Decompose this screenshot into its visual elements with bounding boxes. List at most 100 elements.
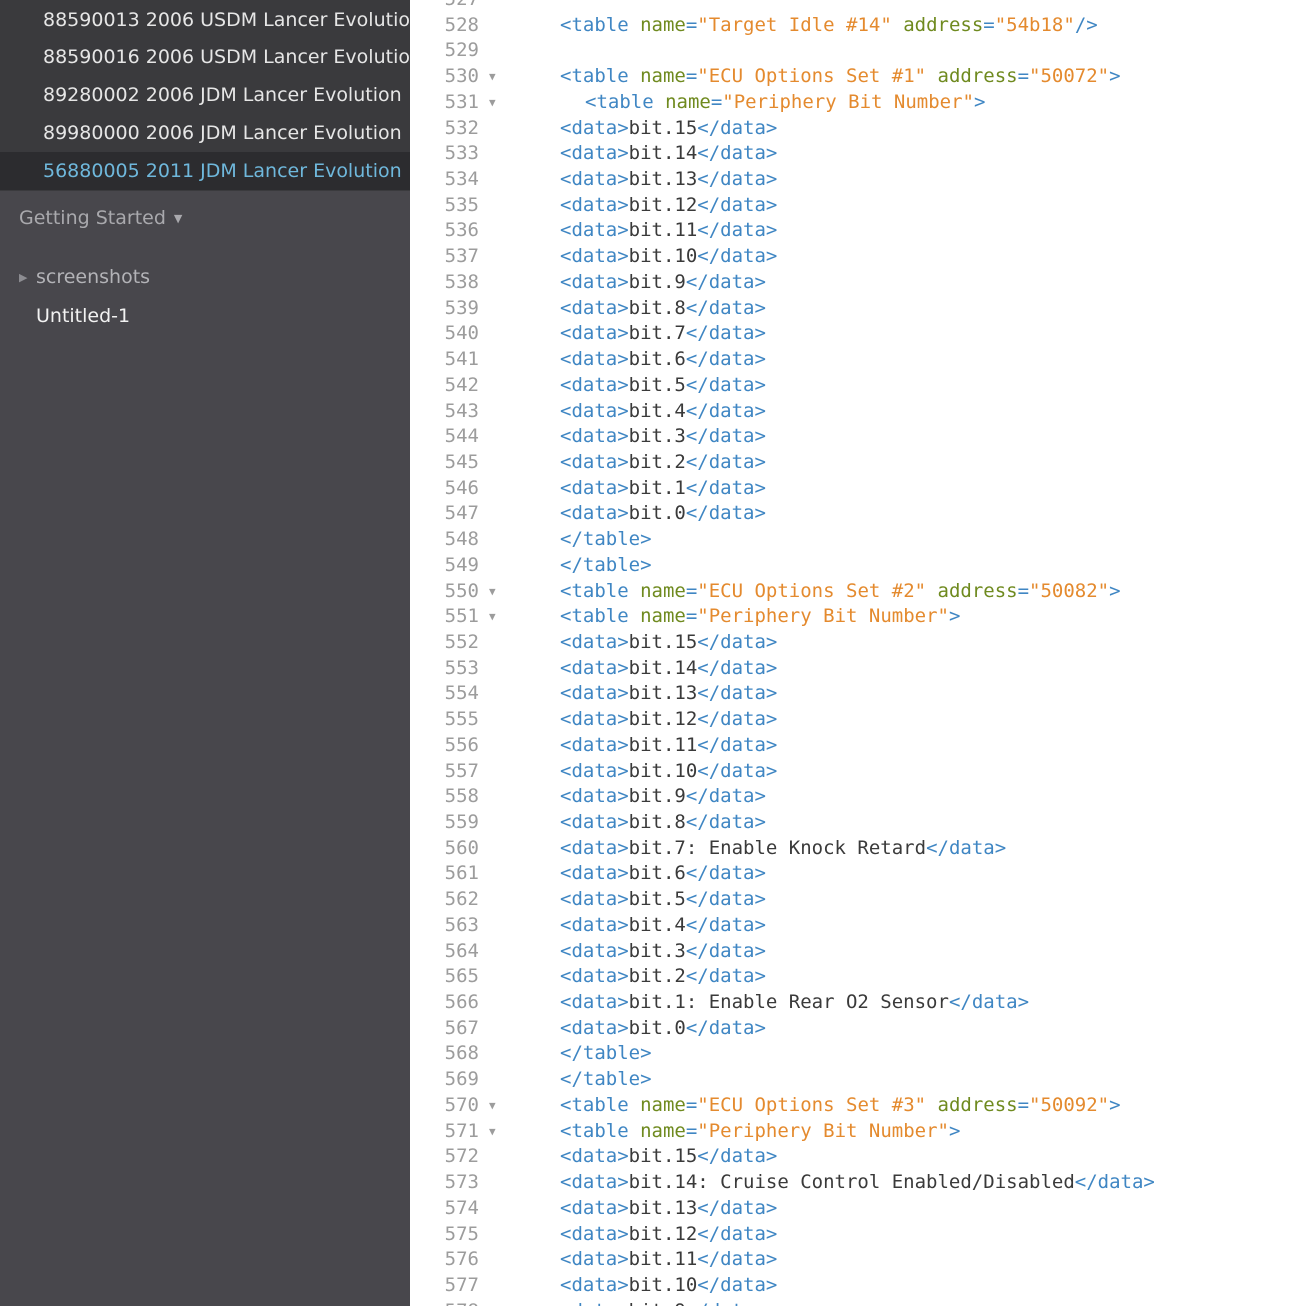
code-line[interactable]: 542 <data>bit.5</data> <box>410 373 1296 399</box>
code-line[interactable]: 574 <data>bit.13</data> <box>410 1196 1296 1222</box>
code-token: <data> <box>560 373 629 396</box>
code-line[interactable]: 548 </table> <box>410 527 1296 553</box>
code-token: <data> <box>560 1016 629 1039</box>
code-line[interactable]: 551 ▼ <table name="Periphery Bit Number"> <box>410 604 1296 630</box>
code-line[interactable]: 532 <data>bit.15</data> <box>410 116 1296 142</box>
code-line[interactable]: 555 <data>bit.12</data> <box>410 707 1296 733</box>
code-line[interactable]: 533 <data>bit.14</data> <box>410 141 1296 167</box>
code-token: > <box>1109 579 1121 602</box>
code-line[interactable]: 537 <data>bit.10</data> <box>410 244 1296 270</box>
code-line[interactable]: 572 <data>bit.15</data> <box>410 1144 1296 1170</box>
code-line[interactable]: 550 ▼ <table name="ECU Options Set #2" add… <box>410 579 1296 605</box>
code-line[interactable]: 571 ▼ <table name="Periphery Bit Number"> <box>410 1119 1296 1145</box>
code-line[interactable]: 557 <data>bit.10</data> <box>410 759 1296 785</box>
code-token: bit.13 <box>628 1196 698 1219</box>
code-line[interactable]: 568 </table> <box>410 1041 1296 1067</box>
line-number: 557 <box>444 759 479 782</box>
code-line[interactable]: 559 <data>bit.8</data> <box>410 810 1296 836</box>
code-token: bit.1 <box>628 476 686 499</box>
code-line[interactable]: 536 <data>bit.11</data> <box>410 218 1296 244</box>
code-line[interactable]: 570 ▼ <table name="ECU Options Set #3" add… <box>410 1093 1296 1119</box>
code-line[interactable]: 552 <data>bit.15</data> <box>410 630 1296 656</box>
line-number: 545 <box>444 450 479 473</box>
line-number: 574 <box>444 1196 479 1219</box>
code-line[interactable]: 535 <data>bit.12</data> <box>410 193 1296 219</box>
code-line[interactable]: 538 <data>bit.9</data> <box>410 270 1296 296</box>
code-line[interactable]: 556 <data>bit.11</data> <box>410 733 1296 759</box>
code-line[interactable]: 575 <data>bit.12</data> <box>410 1222 1296 1248</box>
code-line[interactable]: 577 <data>bit.10</data> <box>410 1273 1296 1299</box>
code-token: <table <box>560 1119 641 1142</box>
code-text: <data>bit.5</data> <box>560 887 766 913</box>
code-line[interactable]: 531 ▼ <table name="Periphery Bit Number"> <box>410 90 1296 116</box>
line-number: 566 <box>444 991 479 1014</box>
code-line[interactable]: 534 <data>bit.13</data> <box>410 167 1296 193</box>
code-line[interactable]: 562 <data>bit.5</data> <box>410 887 1296 913</box>
code-text: </table> <box>560 527 652 553</box>
code-token: bit.4 <box>628 913 686 936</box>
code-line[interactable]: 541 <data>bit.6</data> <box>410 347 1296 373</box>
open-file-item[interactable]: 89280002 2006 JDM Lancer Evolution <box>0 76 410 114</box>
code-line[interactable]: 566 <data>bit.1: Enable Rear O2 Sensor</d… <box>410 990 1296 1016</box>
open-file-item[interactable]: 88590013 2006 USDM Lancer Evolutio <box>0 1 410 39</box>
document-untitled[interactable]: Untitled-1 <box>36 305 130 327</box>
code-token: </data> <box>685 425 766 448</box>
fold-arrow-icon[interactable]: ▼ <box>489 579 501 605</box>
code-line[interactable]: 558 <data>bit.9</data> <box>410 784 1296 810</box>
code-token: "54b18" <box>994 13 1075 36</box>
code-token: <table <box>560 13 641 36</box>
open-files-list: 88590013 2006 USDM Lancer Evolutio 88590… <box>0 0 410 191</box>
code-line[interactable]: 554 <data>bit.13</data> <box>410 681 1296 707</box>
code-line[interactable]: 539 <data>bit.8</data> <box>410 296 1296 322</box>
code-line[interactable]: 540 <data>bit.7</data> <box>410 321 1296 347</box>
line-number: 575 <box>444 1222 479 1245</box>
open-file-item-active[interactable]: 56880005 2011 JDM Lancer Evolution <box>0 152 410 190</box>
fold-arrow-icon[interactable]: ▼ <box>489 64 501 90</box>
open-file-item[interactable]: 89980000 2006 JDM Lancer Evolution <box>0 114 410 152</box>
code-line[interactable]: 560 <data>bit.7: Enable Knock Retard</dat… <box>410 836 1296 862</box>
fold-arrow-icon[interactable]: ▼ <box>489 90 501 116</box>
code-editor[interactable]: 527528<table name="Target Idle #14" addr… <box>410 0 1296 1306</box>
code-line[interactable]: 578 <data>bit.9</data> <box>410 1299 1296 1306</box>
code-token: </data> <box>697 142 778 165</box>
code-line[interactable]: 530 ▼ <table name="ECU Options Set #1" add… <box>410 64 1296 90</box>
code-token: = <box>983 13 995 36</box>
code-line[interactable]: 544 <data>bit.3</data> <box>410 424 1296 450</box>
project-header[interactable]: Getting Started ▼ <box>19 207 182 229</box>
code-line[interactable]: 565 <data>bit.2</data> <box>410 964 1296 990</box>
code-token: </data> <box>697 630 778 653</box>
code-line[interactable]: 528 <table name="Target Idle #14" address… <box>410 13 1296 39</box>
code-token: </data> <box>685 862 766 885</box>
line-number: 556 <box>444 733 479 756</box>
fold-arrow-icon[interactable]: ▼ <box>489 1093 501 1119</box>
code-line[interactable]: 546 <data>bit.1</data> <box>410 476 1296 502</box>
open-file-item[interactable]: 88590016 2006 USDM Lancer Evolutio <box>0 38 410 76</box>
code-token: bit.14: Cruise Control Enabled/Disabled <box>628 1171 1075 1194</box>
line-number: 562 <box>444 888 479 911</box>
code-line[interactable]: 545 <data>bit.2</data> <box>410 450 1296 476</box>
code-line[interactable]: 569 </table> <box>410 1067 1296 1093</box>
line-number: 576 <box>444 1248 479 1271</box>
code-line[interactable]: 563 <data>bit.4</data> <box>410 913 1296 939</box>
code-token: > <box>948 1119 961 1142</box>
code-line[interactable]: 549 </table> <box>410 553 1296 579</box>
fold-arrow-icon[interactable]: ▼ <box>489 1119 501 1145</box>
code-line[interactable]: 567 <data>bit.0</data> <box>410 1016 1296 1042</box>
folder-label: screenshots <box>36 266 151 288</box>
code-line[interactable]: 547 <data>bit.0</data> <box>410 501 1296 527</box>
code-line[interactable]: 573 <data>bit.14: Cruise Control Enabled/… <box>410 1170 1296 1196</box>
fold-arrow-icon[interactable]: ▼ <box>489 604 501 630</box>
code-line[interactable]: 564 <data>bit.3</data> <box>410 939 1296 965</box>
code-line[interactable]: 576 <data>bit.11</data> <box>410 1247 1296 1273</box>
folder-screenshots[interactable]: ▶ screenshots <box>19 266 150 288</box>
code-line[interactable]: 553 <data>bit.14</data> <box>410 656 1296 682</box>
code-line[interactable]: 561 <data>bit.6</data> <box>410 861 1296 887</box>
code-line[interactable]: 543 <data>bit.4</data> <box>410 399 1296 425</box>
code-line[interactable]: 527 <box>410 0 1296 13</box>
line-number: 534 <box>444 168 479 191</box>
code-line[interactable]: 529 <box>410 38 1296 64</box>
line-number: 552 <box>444 630 479 653</box>
disclosure-triangle-icon[interactable]: ▶ <box>19 271 36 284</box>
code-token: <data> <box>560 1273 629 1296</box>
code-text: <data>bit.11</data> <box>560 1247 777 1273</box>
